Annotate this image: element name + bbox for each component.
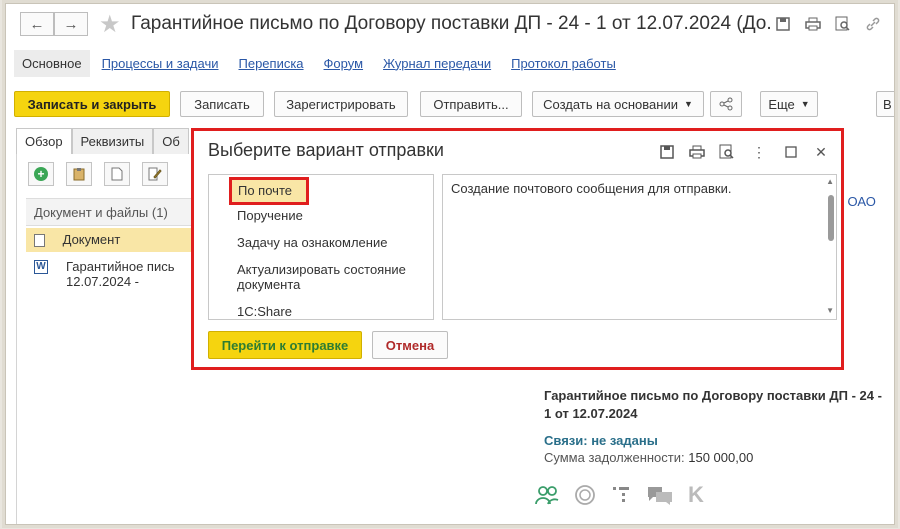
register-button[interactable]: Зарегистрировать — [274, 91, 408, 117]
document-title: Гарантийное письмо по Договору поставки … — [544, 387, 889, 423]
debt-label: Сумма задолженности: — [544, 450, 685, 465]
links-label[interactable]: Связи: не заданы — [544, 433, 658, 448]
tab-work-protocol[interactable]: Протокол работы — [511, 56, 616, 71]
tab-details[interactable]: Реквизиты — [71, 128, 154, 154]
document-title-line-2: 1 от 12.07.2024 — [544, 406, 638, 421]
close-icon[interactable]: ✕ — [812, 143, 830, 161]
list-item-label: Документ — [62, 232, 121, 247]
back-button[interactable]: ← — [20, 12, 54, 36]
favorite-star-icon[interactable]: ★ — [99, 10, 121, 39]
users-icon[interactable] — [534, 484, 560, 506]
create-based-on-button[interactable]: Создать на основании ▼ — [532, 91, 704, 117]
scroll-up-icon[interactable]: ▲ — [826, 177, 834, 186]
list-item-label: Гарантийное пись — [66, 259, 175, 274]
forward-button[interactable]: → — [54, 12, 88, 36]
save-icon[interactable] — [774, 15, 792, 33]
tab-other[interactable]: Об — [153, 128, 189, 154]
document-icon — [34, 234, 45, 248]
document-title-line-1: Гарантийное письмо по Договору поставки … — [544, 388, 882, 403]
tab-processes[interactable]: Процессы и задачи — [102, 56, 219, 71]
chat-icon[interactable] — [646, 484, 674, 506]
chevron-down-icon: ▼ — [683, 99, 693, 109]
scrollbar-thumb[interactable] — [828, 195, 834, 241]
paste-button[interactable] — [66, 162, 92, 186]
scroll-down-icon[interactable]: ▼ — [826, 306, 834, 315]
go-to-send-button[interactable]: Перейти к отправке — [208, 331, 362, 359]
print-icon[interactable] — [804, 15, 822, 33]
list-item[interactable]: Документ — [26, 228, 196, 252]
share-button[interactable] — [710, 91, 742, 117]
add-button[interactable]: + — [28, 162, 54, 186]
list-item[interactable]: W Гарантийное пись 12.07.2024 - — [26, 256, 196, 296]
form-nav-tabs: Основное Процессы и задачи Переписка Фор… — [14, 48, 636, 78]
send-variant-dialog: Выберите вариант отправки ⋮ ✕ По почте П… — [191, 128, 844, 370]
create-based-on-label: Создать на основании — [543, 96, 678, 112]
share-icon — [719, 97, 733, 111]
send-variant-list: По почте Поручение Задачу на ознакомлени… — [208, 174, 434, 320]
documents-header: Документ и файлы (1) — [26, 198, 196, 226]
save-button[interactable]: Записать — [180, 91, 264, 117]
list-item-selected[interactable]: По почте — [229, 177, 309, 205]
dialog-title: Выберите вариант отправки — [208, 140, 444, 160]
debt-value: 150 000,00 — [688, 450, 754, 465]
list-item[interactable]: Поручение — [237, 208, 427, 223]
send-button[interactable]: Отправить... — [420, 91, 522, 117]
title-bar: ← → ★ Гарантийное письмо по Договору пос… — [6, 4, 894, 44]
k-icon[interactable]: K — [688, 482, 704, 508]
preview-icon[interactable] — [834, 15, 852, 33]
tab-overview[interactable]: Обзор — [16, 128, 72, 154]
arrow-right-icon: → — [63, 15, 79, 33]
tab-transfer-log[interactable]: Журнал передачи — [383, 56, 491, 71]
app-window: ← → ★ Гарантийное письмо по Договору пос… — [5, 3, 895, 525]
edit-icon — [148, 167, 162, 181]
link-icon[interactable] — [864, 15, 882, 33]
tab-main[interactable]: Основное — [14, 49, 90, 77]
more-label: Еще — [768, 96, 795, 112]
list-item[interactable]: 1С:Share — [237, 304, 427, 319]
add-icon: + — [34, 167, 48, 181]
more-menu-icon[interactable]: ⋮ — [750, 143, 768, 161]
cancel-button[interactable]: Отмена — [372, 331, 448, 359]
list-item[interactable]: Актуализировать состояние документа — [237, 262, 427, 292]
save-and-close-button[interactable]: Записать и закрыть — [14, 91, 170, 117]
description-text: Создание почтового сообщения для отправк… — [451, 181, 732, 196]
chevron-down-icon: ▼ — [800, 99, 810, 109]
coin-icon[interactable] — [574, 484, 596, 506]
file-icon — [111, 167, 123, 181]
window-title: Гарантийное письмо по Договору поставки … — [131, 13, 771, 34]
variant-description: Создание почтового сообщения для отправк… — [442, 174, 837, 320]
new-file-button[interactable] — [104, 162, 130, 186]
clipboard-icon — [73, 168, 85, 181]
overflow-button[interactable]: В — [876, 91, 894, 117]
tab-forum[interactable]: Форум — [324, 56, 364, 71]
tab-correspondence[interactable]: Переписка — [239, 56, 304, 71]
left-tabs: Обзор Реквизиты Об — [16, 128, 189, 154]
debt-row: Сумма задолженности: 150 000,00 — [544, 450, 753, 465]
structure-icon[interactable] — [610, 484, 632, 506]
preview-icon[interactable] — [718, 143, 736, 161]
save-icon[interactable] — [658, 143, 676, 161]
maximize-icon[interactable] — [782, 143, 800, 161]
more-button[interactable]: Еще ▼ — [760, 91, 818, 117]
list-item[interactable]: Задачу на ознакомление — [237, 235, 427, 250]
action-icons: K — [534, 482, 704, 508]
list-item-sublabel: 12.07.2024 - — [66, 274, 140, 289]
print-icon[interactable] — [688, 143, 706, 161]
arrow-left-icon: ← — [29, 15, 45, 33]
edit-button[interactable] — [142, 162, 168, 186]
word-file-icon: W — [34, 260, 48, 274]
